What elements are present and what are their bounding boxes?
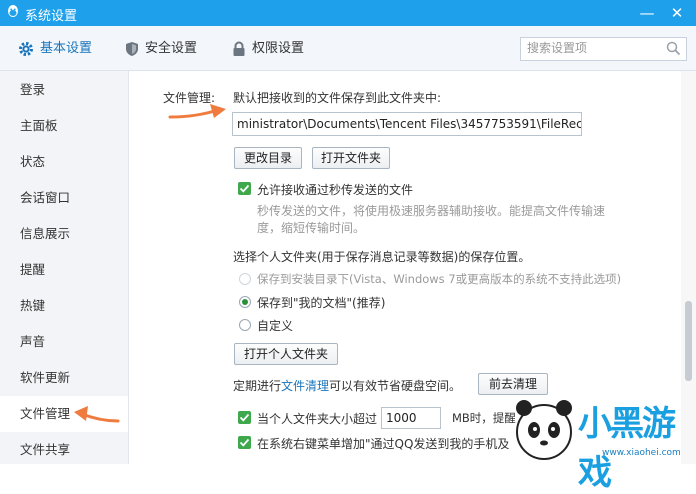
shield-icon: [126, 41, 138, 56]
radio-custom[interactable]: [239, 319, 251, 331]
size-limit-checkbox[interactable]: [238, 411, 251, 424]
cleanup-hint: 定期进行文件清理可以有效节省硬盘空间。: [233, 377, 461, 394]
option-my-documents-label: 保存到"我的文档"(推荐): [257, 296, 386, 310]
option-custom-label: 自定义: [257, 319, 294, 333]
allow-flash-transfer-label: 允许接收通过秒传发送的文件: [257, 183, 414, 197]
cleanup-prefix: 定期进行: [233, 379, 282, 393]
minimize-button[interactable]: —: [632, 0, 662, 26]
flash-transfer-description-line1: 秒传发送的文件，将使用极速服务器辅助接收。能提高文件传输速: [257, 204, 606, 218]
checkmark-icon: [239, 438, 250, 447]
open-personal-folder-button[interactable]: 打开个人文件夹: [234, 343, 338, 365]
sidebar-item-file-sharing[interactable]: 文件共享: [0, 432, 128, 468]
tab-label: 权限设置: [252, 41, 305, 56]
sidebar-item-login[interactable]: 登录: [0, 72, 128, 108]
open-folder-button[interactable]: 打开文件夹: [312, 147, 390, 169]
sidebar-item-info-display[interactable]: 信息展示: [0, 216, 128, 252]
radio-install-dir[interactable]: [239, 273, 251, 285]
sidebar-item-reminder[interactable]: 提醒: [0, 252, 128, 288]
site-watermark: 小黑游戏 www.xiaohei.com: [506, 392, 696, 493]
qq-logo-icon: [8, 5, 18, 17]
download-path-field[interactable]: ministrator\Documents\Tencent Files\3457…: [232, 112, 582, 136]
checkmark-icon: [239, 184, 250, 193]
annotation-arrow-icon: [74, 406, 120, 423]
title-bar: 系统设置 — ✕: [0, 0, 696, 26]
personal-folder-title: 选择个人文件夹(用于保存消息记录等数据)的保存位置。: [233, 250, 531, 264]
flash-transfer-description-line2: 度，缩短传输时间。: [257, 221, 366, 235]
sidebar-item-hotkeys[interactable]: 热键: [0, 288, 128, 324]
lock-icon: [233, 41, 245, 56]
sidebar-item-chat-window[interactable]: 会话窗口: [0, 180, 128, 216]
sidebar-item-main-panel[interactable]: 主面板: [0, 108, 128, 144]
cleanup-suffix: 可以有效节省硬盘空间。: [329, 379, 462, 393]
change-directory-button[interactable]: 更改目录: [234, 147, 302, 169]
tab-label: 安全设置: [145, 41, 198, 56]
search-box[interactable]: [520, 37, 687, 61]
context-menu-checkbox[interactable]: [238, 436, 251, 449]
context-menu-label: 在系统右键菜单增加"通过QQ发送到我的手机及: [257, 437, 510, 451]
watermark-logo-text: 小黑游戏: [578, 404, 676, 493]
search-input[interactable]: [521, 38, 673, 58]
gear-icon: [19, 41, 33, 56]
save-location-description: 默认把接收到的文件保存到此文件夹中:: [233, 91, 442, 105]
tab-permission-settings[interactable]: 权限设置: [232, 39, 304, 59]
sidebar-item-status[interactable]: 状态: [0, 144, 128, 180]
window-title: 系统设置: [25, 9, 78, 24]
option-install-dir-label: 保存到安装目录下(Vista、Windows 7或更高版本的系统不支持此选项): [257, 272, 622, 286]
checkmark-icon: [239, 413, 250, 422]
annotation-arrow-icon: [168, 104, 226, 119]
sidebar-item-sound[interactable]: 声音: [0, 324, 128, 360]
sidebar-item-software-update[interactable]: 软件更新: [0, 360, 128, 396]
tab-security-settings[interactable]: 安全设置: [125, 39, 197, 59]
watermark-url: www.xiaohei.com: [602, 448, 681, 458]
tab-basic-settings[interactable]: 基本设置: [18, 39, 92, 59]
file-cleanup-link[interactable]: 文件清理: [281, 379, 329, 393]
tab-label: 基本设置: [40, 41, 93, 56]
search-icon[interactable]: [666, 41, 681, 56]
size-limit-input[interactable]: 1000: [381, 407, 441, 429]
size-limit-prefix: 当个人文件夹大小超过: [257, 412, 378, 426]
close-button[interactable]: ✕: [662, 0, 692, 26]
allow-flash-transfer-checkbox[interactable]: [238, 182, 251, 195]
scrollbar-thumb[interactable]: [685, 301, 692, 381]
radio-my-documents[interactable]: [239, 296, 251, 308]
